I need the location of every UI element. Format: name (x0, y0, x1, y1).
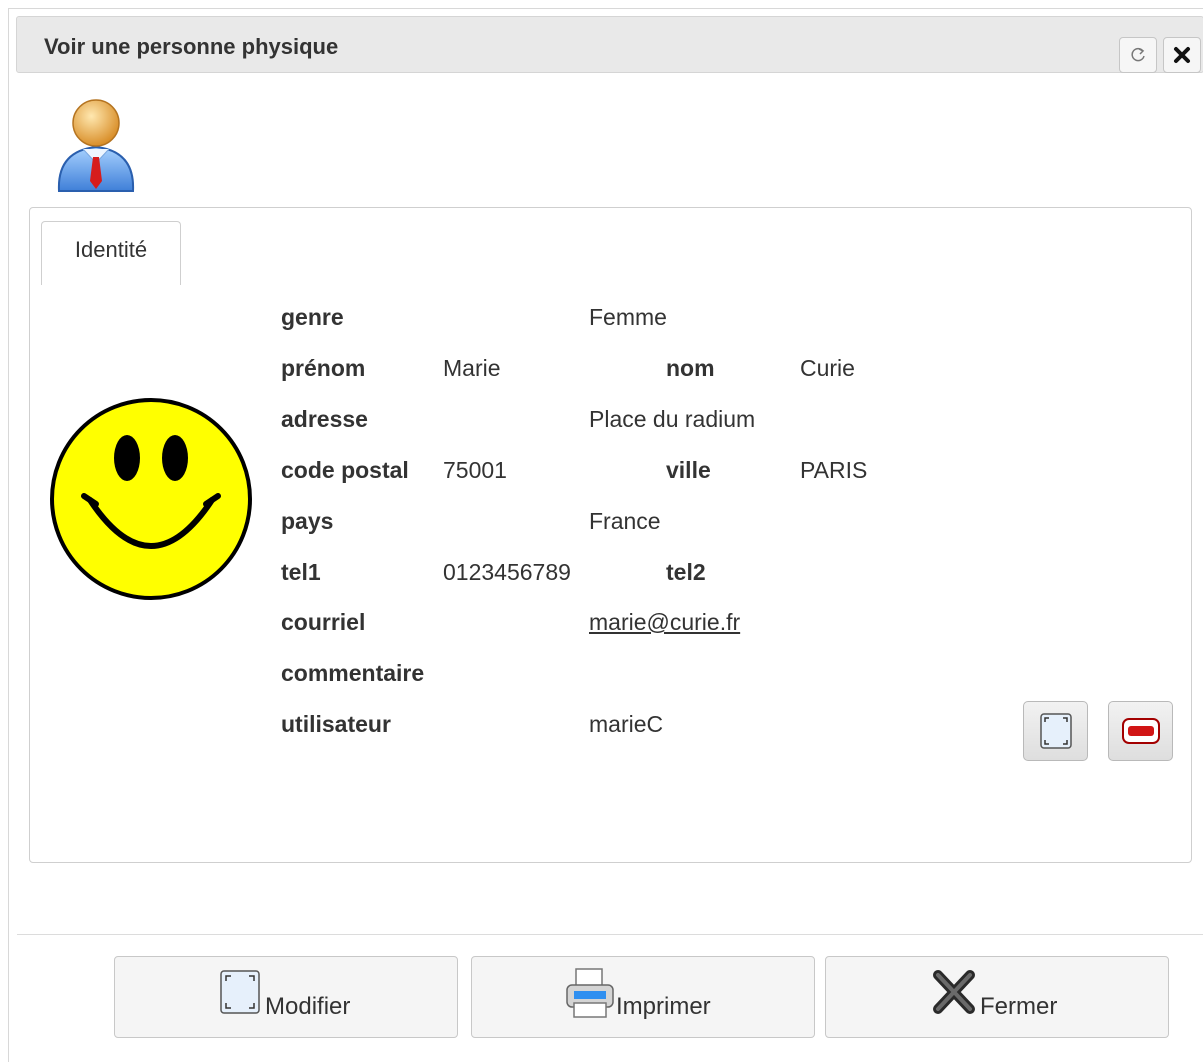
adresse-label: adresse (281, 406, 368, 432)
person-avatar-icon (57, 99, 135, 192)
refresh-icon (1131, 47, 1145, 62)
delete-record-button[interactable] (1108, 701, 1173, 761)
smiley-face-icon (50, 398, 252, 600)
commentaire-label: commentaire (281, 660, 425, 686)
close-button[interactable] (1163, 37, 1201, 73)
dialog-window: Voir une personne physique Identité genr… (8, 8, 1203, 1062)
edit-record-button[interactable] (1023, 701, 1088, 761)
dialog-title: Voir une personne physique (44, 34, 339, 59)
modifier-button[interactable]: Modifier (114, 956, 458, 1038)
tel1-label: tel1 (281, 559, 321, 585)
imprimer-label: Imprimer (616, 993, 711, 1020)
ville-label: ville (666, 457, 711, 483)
tel1-value: 0123456789 (443, 559, 571, 585)
fermer-label: Fermer (980, 993, 1058, 1020)
adresse-value: Place du radium (589, 406, 756, 432)
tel2-label: tel2 (666, 559, 706, 585)
fermer-button[interactable]: Fermer (825, 956, 1169, 1038)
genre-label: genre (281, 304, 344, 330)
identity-panel: Identité genre Femme prénom Marie nom Cu… (29, 207, 1192, 863)
modifier-label: Modifier (265, 993, 351, 1020)
close-x-icon (933, 970, 975, 1014)
pays-value: France (589, 508, 661, 534)
courriel-link[interactable]: marie@curie.fr (589, 608, 740, 636)
footer-separator (17, 934, 1203, 935)
code-postal-label: code postal (281, 457, 409, 483)
pays-label: pays (281, 508, 334, 534)
delete-minus-icon (1121, 718, 1160, 744)
printer-icon (566, 968, 614, 1018)
edit-frame-icon (220, 970, 260, 1014)
close-icon (1174, 47, 1190, 63)
prenom-label: prénom (281, 355, 366, 381)
courriel-label: courriel (281, 609, 366, 635)
edit-frame-icon (1039, 713, 1072, 749)
code-postal-value: 75001 (443, 457, 507, 483)
utilisateur-label: utilisateur (281, 711, 391, 737)
title-bar[interactable]: Voir une personne physique (16, 16, 1203, 73)
tab-identite[interactable]: Identité (41, 221, 181, 285)
nom-label: nom (666, 355, 715, 381)
refresh-button[interactable] (1119, 37, 1157, 73)
prenom-value: Marie (443, 355, 501, 381)
genre-value: Femme (589, 304, 667, 330)
imprimer-button[interactable]: Imprimer (471, 956, 815, 1038)
utilisateur-value: marieC (589, 711, 664, 737)
nom-value: Curie (800, 355, 855, 381)
ville-value: PARIS (800, 457, 868, 483)
